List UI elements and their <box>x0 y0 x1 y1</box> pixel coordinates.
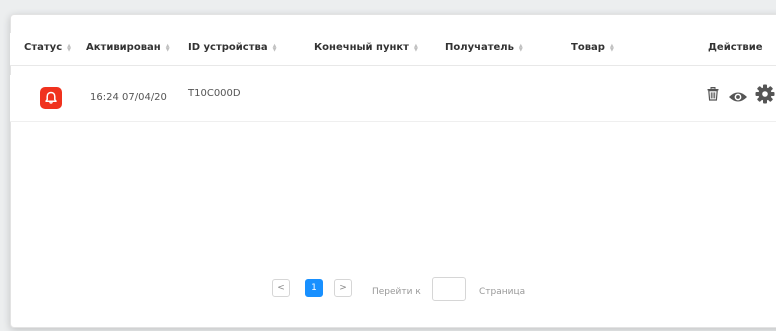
column-header-label: Товар <box>571 42 605 53</box>
column-header-label: Конечный пункт <box>314 42 409 53</box>
column-header-label: Активирован <box>86 42 161 53</box>
column-header-label: Статус <box>24 42 63 53</box>
sort-icon[interactable]: ▲ ▼ <box>414 43 418 52</box>
pagination-prev-button[interactable]: < <box>272 279 290 297</box>
sort-icon[interactable]: ▲ ▼ <box>273 43 277 52</box>
sort-icon[interactable]: ▲ ▼ <box>610 43 614 52</box>
trash-icon[interactable] <box>707 86 719 105</box>
column-header-endpoint[interactable]: Конечный пункт ▲ ▼ <box>314 42 418 53</box>
sort-icon[interactable]: ▲ ▼ <box>67 43 71 52</box>
column-header-status[interactable]: Статус ▲ ▼ <box>24 42 71 53</box>
column-header-action: Действие <box>708 42 763 53</box>
sort-icon[interactable]: ▲ ▼ <box>519 43 523 52</box>
column-header-goods[interactable]: Товар ▲ ▼ <box>571 42 614 53</box>
activated-time: 16:24 07/04/20 <box>90 92 167 103</box>
column-header-label: ID устройства <box>188 42 268 53</box>
gear-icon[interactable] <box>755 84 775 108</box>
column-header-activated[interactable]: Активирован ▲ ▼ <box>86 42 170 53</box>
column-header-label: Действие <box>708 42 763 53</box>
eye-icon[interactable] <box>728 88 748 107</box>
column-header-recipient[interactable]: Получатель ▲ ▼ <box>445 42 523 53</box>
goto-label: Перейти к <box>372 287 421 297</box>
column-header-label: Получатель <box>445 42 514 53</box>
pagination-next-button[interactable]: > <box>334 279 352 297</box>
sort-icon[interactable]: ▲ ▼ <box>166 43 170 52</box>
goto-page-input[interactable] <box>432 277 466 301</box>
device-id: T10C000D <box>188 88 241 99</box>
column-header-device-id[interactable]: ID устройства ▲ ▼ <box>188 42 276 53</box>
alarm-bell-icon <box>40 87 62 109</box>
pagination-page-1[interactable]: 1 <box>305 279 323 297</box>
page-label: Страница <box>479 287 526 297</box>
